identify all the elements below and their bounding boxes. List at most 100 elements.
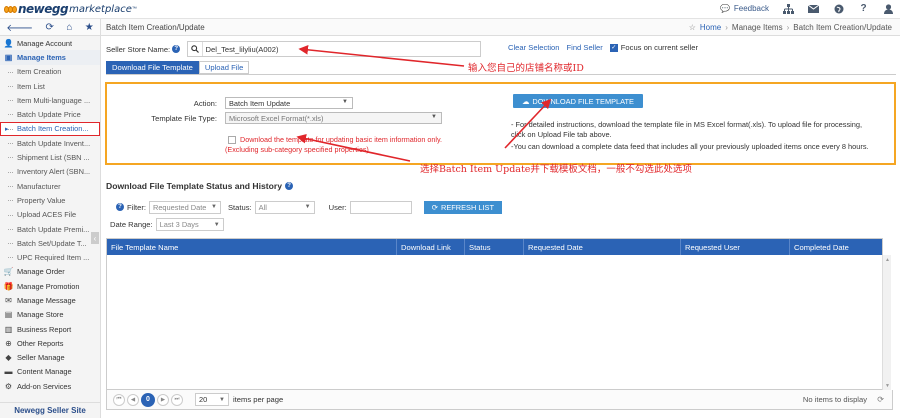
sidebar-item-shipment-list-sbn[interactable]: Shipment List (SBN ...	[0, 150, 100, 164]
favorite-star-icon[interactable]: ☆	[689, 23, 696, 32]
sidebar-item-item-creation[interactable]: Item Creation	[0, 65, 100, 79]
sidebar-item-batch-update-invent[interactable]: Batch Update Invent...	[0, 136, 100, 150]
sidebar-item-manage-order[interactable]: 🛒 Manage Order	[0, 265, 100, 279]
sidebar-collapse-handle[interactable]: ‹	[91, 232, 99, 244]
next-page-icon[interactable]: ▶	[157, 393, 169, 406]
current-page[interactable]: 0	[141, 392, 155, 407]
sitemap-icon[interactable]	[783, 3, 794, 14]
sidebar-item-manage-account[interactable]: 👤 Manage Account	[0, 36, 100, 50]
column-requested-user[interactable]: Requested User	[681, 239, 790, 255]
date-range-select[interactable]: Last 3 Days ▼	[155, 218, 224, 231]
last-page-icon[interactable]: ⏭	[171, 393, 183, 406]
clear-selection-link[interactable]: Clear Selection	[508, 43, 560, 52]
tag-icon: ◆	[5, 353, 12, 363]
sidebar-item-manage-message[interactable]: ✉ Manage Message	[0, 293, 100, 307]
page-size-value: 20	[199, 395, 208, 404]
sidebar-item-content-manage[interactable]: ▬ Content Manage	[0, 365, 100, 379]
column-completed-date[interactable]: Completed Date	[790, 239, 882, 255]
sidebar-item-inventory-alert-sbn[interactable]: Inventory Alert (SBN...	[0, 165, 100, 179]
search-icon[interactable]	[188, 45, 201, 53]
sidebar-item-batch-update-price[interactable]: Batch Update Price	[0, 107, 100, 121]
help-icon[interactable]: ?	[858, 3, 869, 14]
cloud-download-icon: ☁	[522, 96, 530, 106]
globe-icon[interactable]	[833, 3, 844, 14]
star-icon[interactable]: ★	[85, 22, 94, 33]
store-search-field[interactable]: Del_Test_lilyliu(A002)	[187, 41, 482, 57]
scroll-down-icon[interactable]: ▼	[885, 383, 890, 389]
top-bar: newegg marketplace ™ 💬 Feedback ?	[0, 0, 900, 19]
breadcrumb-separator-icon: ›	[725, 23, 728, 32]
sidebar-item-business-report[interactable]: ▥ Business Report	[0, 322, 100, 336]
column-download-link[interactable]: Download Link	[397, 239, 465, 255]
tab-upload-file[interactable]: Upload File	[198, 61, 250, 74]
help-icon[interactable]: ?	[285, 182, 294, 190]
sidebar-item-property-value[interactable]: Property Value	[0, 193, 100, 207]
basic-info-only-checkbox[interactable]	[228, 136, 236, 144]
logo-eggs-icon	[4, 5, 17, 13]
help-icon[interactable]: ?	[172, 45, 181, 53]
feedback-link[interactable]: 💬 Feedback	[720, 3, 769, 14]
find-seller-link[interactable]: Find Seller	[567, 43, 603, 52]
store-name-value[interactable]: Del_Test_lilyliu(A002)	[201, 42, 481, 56]
first-page-icon[interactable]: ⏮	[113, 393, 125, 406]
comment-icon: 💬	[720, 4, 731, 13]
sidebar-footer-link[interactable]: Newegg Seller Site	[0, 402, 100, 418]
sidebar-item-manage-items[interactable]: ▣ Manage Items	[0, 50, 100, 65]
help-icon[interactable]: ?	[116, 203, 124, 211]
sidebar-item-batch-set-update-t[interactable]: Batch Set/Update T...	[0, 236, 100, 250]
column-requested-date[interactable]: Requested Date	[524, 239, 681, 255]
table-scrollbar[interactable]: ▲ ▼	[882, 255, 891, 391]
refresh-button-label: REFRESH LIST	[440, 202, 494, 212]
sidebar-item-add-on-services[interactable]: ⚙ Add-on Services	[0, 379, 100, 393]
template-type-label: Template File Type:	[151, 114, 217, 123]
top-nav: 💬 Feedback ?	[720, 3, 894, 14]
refresh-list-button[interactable]: ⟳ REFRESH LIST	[423, 200, 502, 214]
sidebar-item-label: Other Reports	[17, 338, 64, 348]
column-file-template-name[interactable]: File Template Name	[107, 239, 397, 255]
download-template-button[interactable]: ☁ DOWNLOAD FILE TEMPLATE	[513, 94, 643, 108]
sidebar-item-label: UPC Required Item ...	[17, 253, 90, 263]
page-size-select[interactable]: 20 ▼	[195, 393, 229, 406]
back-arrow-icon[interactable]: 🡐	[6, 22, 33, 34]
user-input[interactable]	[349, 200, 412, 214]
sidebar-item-upload-aces-file[interactable]: Upload ACES File	[0, 208, 100, 222]
gift-icon: 🎁	[3, 281, 14, 291]
sidebar-item-manage-store[interactable]: ▤ Manage Store	[0, 308, 100, 322]
history-table: File Template Name Download Link Status …	[106, 238, 891, 391]
template-type-select[interactable]: Microsoft Excel Format(*.xls) ▼	[225, 112, 442, 124]
filter-select[interactable]: Requested Date ▼	[148, 200, 221, 214]
action-select[interactable]: Batch Item Update ▼	[225, 97, 353, 109]
sidebar-item-label: Batch Update Invent...	[17, 138, 91, 148]
sidebar-item-batch-item-creation[interactable]: ▸ Batch Item Creation...	[0, 121, 100, 137]
folder-icon: ▬	[4, 367, 13, 377]
prev-page-icon[interactable]: ◀	[127, 393, 139, 406]
refresh-icon[interactable]: ⟳	[877, 395, 884, 404]
sidebar-item-item-multi-language[interactable]: Item Multi-language ...	[0, 93, 100, 107]
sidebar-item-batch-update-premi[interactable]: Batch Update Premi...	[0, 222, 100, 236]
sidebar-item-seller-manage[interactable]: ◆ Seller Manage	[0, 351, 100, 365]
logo-trademark: ™	[131, 6, 137, 12]
home-icon[interactable]: ⌂	[66, 22, 72, 33]
sidebar-item-other-reports[interactable]: ⊕ Other Reports	[0, 336, 100, 350]
focus-seller-toggle[interactable]: ✓ Focus on current seller	[609, 43, 698, 52]
newegg-logo[interactable]: newegg marketplace ™	[4, 1, 137, 17]
filter-label: Filter:	[127, 202, 146, 212]
refresh-icon[interactable]: ⟳	[45, 22, 53, 33]
template-annotation: 选择Batch Item Update并下载模板文档，一般不勾选此处选项	[420, 164, 692, 175]
scroll-up-icon[interactable]: ▲	[885, 257, 890, 263]
sidebar-item-item-list[interactable]: Item List	[0, 79, 100, 93]
user-icon[interactable]	[883, 3, 894, 14]
sidebar-item-label: Item List	[17, 81, 45, 91]
column-status[interactable]: Status	[465, 239, 524, 255]
instruction-note-1: - For detailed instructions, download th…	[511, 120, 863, 129]
breadcrumb-manage-items[interactable]: Manage Items	[732, 23, 783, 32]
status-select[interactable]: All ▼	[254, 200, 315, 214]
active-caret-icon: ▸	[5, 125, 9, 133]
sidebar-item-manage-promotion[interactable]: 🎁 Manage Promotion	[0, 279, 100, 293]
checkbox-checked-icon[interactable]: ✓	[609, 43, 618, 52]
sidebar-item-manufacturer[interactable]: Manufacturer	[0, 179, 100, 193]
breadcrumb-home[interactable]: Home	[700, 23, 721, 32]
sidebar-item-upc-required-item[interactable]: UPC Required Item ...	[0, 250, 100, 264]
tab-download-file-template[interactable]: Download File Template	[106, 61, 199, 74]
mail-icon[interactable]	[808, 3, 819, 14]
